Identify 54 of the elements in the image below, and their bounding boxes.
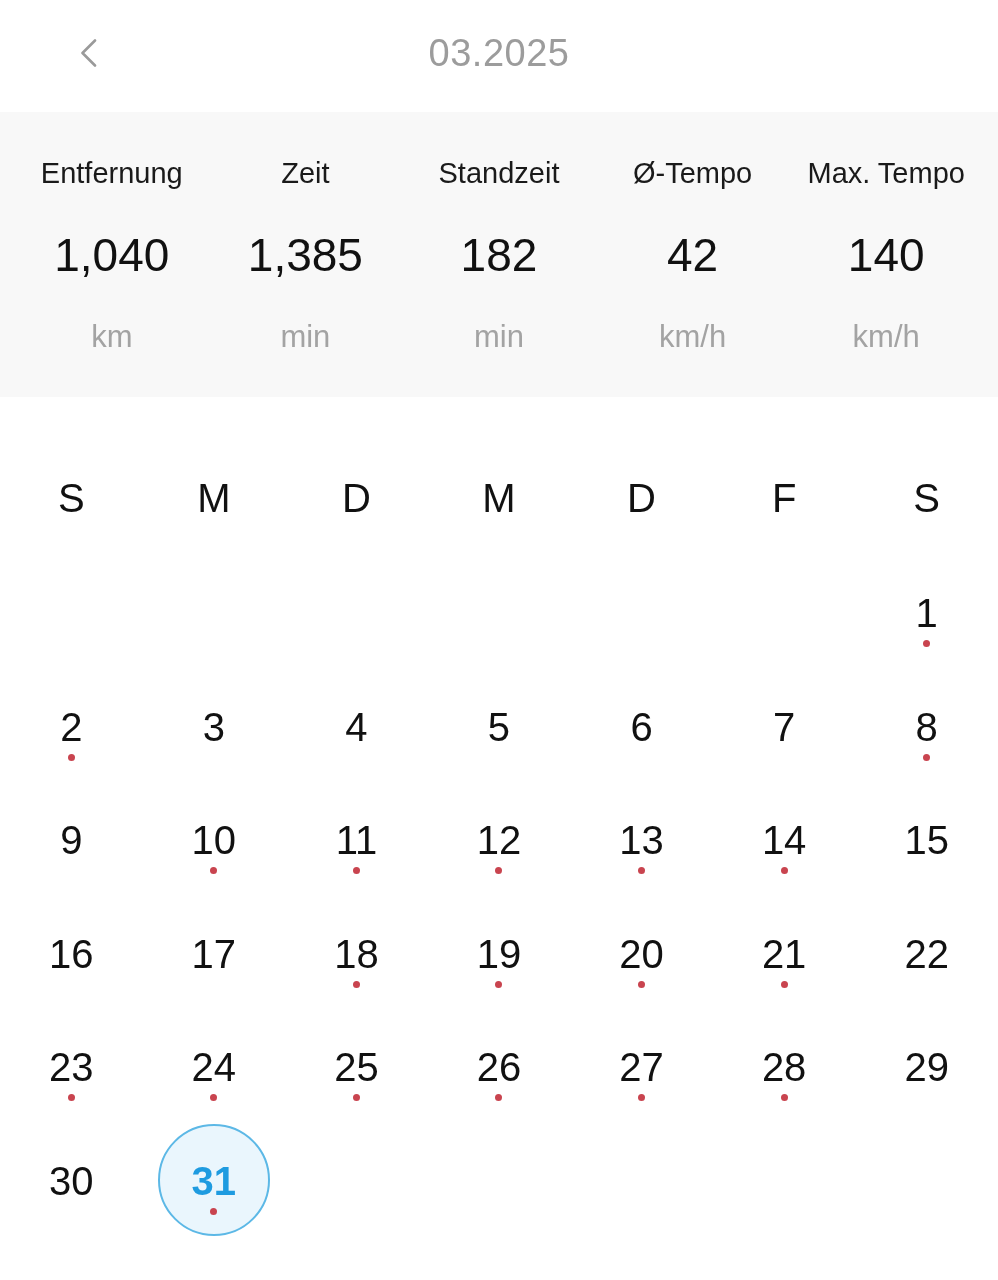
stat-value: 182 [460, 228, 538, 283]
calendar-day[interactable]: 13 [619, 818, 664, 875]
weekday-label: F [771, 475, 797, 522]
stat-value: 140 [847, 228, 925, 283]
calendar-day[interactable]: 11 [335, 818, 378, 875]
stat-label: Standzeit [438, 156, 560, 191]
calendar-day[interactable]: 23 [49, 1045, 94, 1102]
calendar-day[interactable]: 16 [49, 931, 94, 976]
calendar-day[interactable]: 19 [476, 931, 522, 988]
calendar-day[interactable]: 27 [619, 1045, 664, 1102]
stat-unit: min [280, 318, 331, 356]
calendar-day[interactable]: 1 [915, 591, 938, 647]
calendar-day[interactable]: 21 [761, 931, 807, 988]
calendar-day[interactable]: 6 [630, 704, 653, 749]
calendar-day[interactable]: 14 [761, 818, 807, 875]
stat-unit: min [474, 318, 524, 356]
stat-value: 1,385 [247, 228, 363, 283]
chevron-left-icon [79, 39, 97, 67]
stat-value: 42 [667, 228, 719, 283]
calendar-day[interactable]: 5 [487, 704, 511, 749]
weekday-label: M [197, 475, 231, 522]
stat-label: Zeit [281, 156, 330, 191]
stat-label: Ø-Tempo [632, 156, 753, 191]
calendar-day[interactable]: 25 [334, 1045, 379, 1102]
calendar-day[interactable]: 20 [619, 931, 664, 988]
calendar-day[interactable]: 15 [904, 818, 949, 863]
calendar-day[interactable]: 10 [191, 818, 237, 875]
calendar-day[interactable]: 3 [202, 704, 225, 749]
weekday-label: D [341, 475, 371, 522]
calendar-day[interactable]: 29 [904, 1045, 949, 1090]
weekday-label: S [57, 475, 85, 522]
stat-label: Entfernung [40, 156, 183, 191]
calendar-day[interactable]: 4 [345, 704, 368, 749]
calendar-day[interactable]: 9 [60, 818, 83, 863]
stat-unit: km/h [852, 318, 920, 356]
stat-label: Max. Tempo [807, 156, 965, 191]
calendar-day[interactable]: 12 [476, 818, 522, 875]
calendar-day[interactable]: 30 [49, 1158, 94, 1203]
calendar-day[interactable]: 7 [773, 704, 796, 749]
calendar-day[interactable]: 17 [191, 931, 237, 976]
calendar-day[interactable]: 24 [191, 1045, 237, 1102]
calendar-day[interactable]: 18 [334, 931, 379, 988]
month-title: 03.2025 [428, 31, 570, 75]
weekday-label: S [913, 475, 941, 522]
stat-value: 1,040 [54, 228, 170, 283]
weekday-label: D [627, 475, 656, 522]
stat-unit: km [91, 318, 133, 356]
calendar-day[interactable]: 22 [904, 931, 949, 976]
calendar-day[interactable]: 28 [761, 1045, 807, 1102]
stat-unit: km/h [659, 318, 727, 356]
weekday-label: M [482, 475, 516, 522]
calendar-day[interactable]: 26 [476, 1045, 522, 1102]
calendar-day[interactable]: 2 [60, 704, 83, 761]
calendar-day[interactable]: 8 [915, 704, 938, 761]
